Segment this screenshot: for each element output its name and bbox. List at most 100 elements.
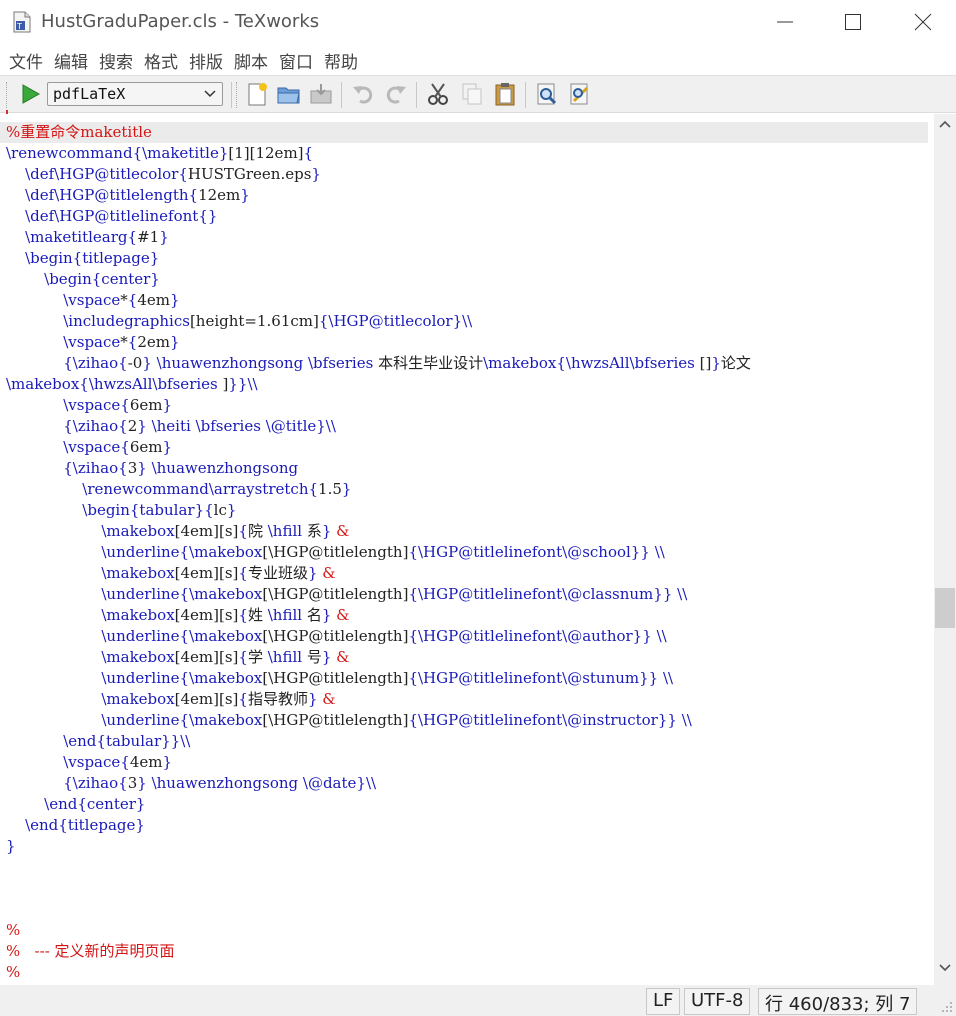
vertical-scrollbar[interactable]: [934, 114, 956, 985]
code-line[interactable]: %: [0, 920, 20, 941]
scroll-down-icon[interactable]: [939, 964, 951, 972]
encoding-indicator[interactable]: UTF-8: [684, 988, 751, 1015]
code-line[interactable]: \def\HGP@titlecolor{HUSTGreen.eps}: [0, 164, 321, 185]
code-line[interactable]: {\zihao{-0} \huawenzhongsong \bfseries 本…: [0, 353, 751, 374]
current-code-line[interactable]: %重置命令maketitle: [0, 122, 928, 143]
undo-button[interactable]: [350, 81, 376, 107]
code-line[interactable]: \end{tabular}}\\: [0, 731, 190, 752]
latex-command-token: \hfill: [267, 648, 303, 666]
cut-button[interactable]: [425, 81, 451, 107]
code-editor[interactable]: %重置命令maketitle \renewcommand{\maketitle}[…: [0, 114, 934, 985]
toolbar-grip[interactable]: [236, 82, 239, 108]
code-line[interactable]: \def\HGP@titlelinefont{}: [0, 206, 217, 227]
scrollbar-thumb[interactable]: [935, 588, 955, 628]
menu-file[interactable]: 文件: [9, 46, 43, 74]
copy-button[interactable]: [459, 81, 485, 107]
code-line[interactable]: \underline{\makebox[\HGP@titlelength]{\H…: [0, 542, 664, 563]
code-line[interactable]: {\zihao{3} \huawenzhongsong \@date}\\: [0, 773, 376, 794]
code-line[interactable]: \renewcommand{\maketitle}[1][12em]{: [0, 143, 313, 164]
save-button[interactable]: [308, 81, 334, 107]
latex-command-token: {}: [198, 207, 218, 225]
scroll-up-icon[interactable]: [939, 120, 951, 128]
code-line[interactable]: \makebox[4em][s]{学 \hfill 号} &: [0, 647, 349, 668]
code-line[interactable]: \vspace{6em}: [0, 395, 172, 416]
code-line[interactable]: \makebox[4em][s]{专业班级} &: [0, 563, 335, 584]
latex-command-token: {\makebox: [179, 669, 263, 687]
code-line[interactable]: \underline{\makebox[\HGP@titlelength]{\H…: [0, 626, 666, 647]
code-line[interactable]: \maketitlearg{#1}: [0, 227, 169, 248]
menu-search[interactable]: 搜索: [99, 46, 133, 74]
latex-command-token: \renewcommand: [6, 144, 133, 162]
menu-format[interactable]: 格式: [144, 46, 178, 74]
code-line[interactable]: \vspace{6em}: [0, 437, 172, 458]
latex-command-token: }: [6, 837, 16, 855]
code-line[interactable]: [0, 857, 6, 878]
latex-command-token: {\zihao: [63, 354, 119, 372]
code-line[interactable]: %: [0, 962, 20, 983]
engine-select[interactable]: pdfLaTeX: [47, 82, 223, 106]
code-line[interactable]: \begin{tabular}{lc}: [0, 500, 236, 521]
menu-scripts[interactable]: 脚本: [234, 46, 268, 74]
code-line[interactable]: \end{titlepage}: [0, 815, 145, 836]
code-line[interactable]: \vspace*{2em}: [0, 332, 179, 353]
latex-command-token: }: [159, 228, 169, 246]
code-line[interactable]: \begin{titlepage}: [0, 248, 159, 269]
code-line[interactable]: \end{center}: [0, 794, 145, 815]
code-line[interactable]: \underline{\makebox[\HGP@titlelength]{\H…: [0, 584, 687, 605]
latex-command-token: }: [137, 459, 147, 477]
latex-command-token: \vspace: [63, 753, 121, 771]
close-button[interactable]: [900, 6, 946, 38]
code-line[interactable]: {\zihao{2} \heiti \bfseries \@title}\\: [0, 416, 336, 437]
text-token: 指导教师: [247, 690, 308, 708]
find-button[interactable]: [534, 81, 560, 107]
typeset-button[interactable]: [17, 81, 43, 107]
latex-command-token: \makebox: [101, 522, 175, 540]
paste-button[interactable]: [492, 81, 518, 107]
latex-command-token: \def\HGP@titlelinefont: [25, 207, 199, 225]
replace-button[interactable]: [567, 81, 593, 107]
toolbar-grip[interactable]: [6, 82, 9, 108]
typeset-play-icon: [22, 84, 41, 104]
latex-command-token: {\zihao: [63, 417, 119, 435]
menu-typeset[interactable]: 排版: [189, 46, 223, 74]
redo-button[interactable]: [383, 81, 409, 107]
minimize-button[interactable]: [762, 6, 808, 38]
open-button[interactable]: [276, 81, 302, 107]
code-line[interactable]: }: [0, 836, 16, 857]
code-line[interactable]: {\zihao{3} \huawenzhongsong: [0, 458, 298, 479]
maximize-button[interactable]: [830, 6, 876, 38]
code-line[interactable]: \underline{\makebox[\HGP@titlelength]{\H…: [0, 710, 692, 731]
latex-command-token: {\HGP@titlelinefont\@instructor}}: [408, 711, 677, 729]
latex-command-token: {\zihao: [63, 459, 119, 477]
code-line[interactable]: \underline{\makebox[\HGP@titlelength]{\H…: [0, 668, 673, 689]
code-line[interactable]: \renewcommand\arraystretch{1.5}: [0, 479, 351, 500]
cursor-position-indicator: 行 460/833; 列 7: [758, 988, 918, 1015]
latex-command-token: {\hwzsAll\bfseries: [79, 375, 218, 393]
code-line[interactable]: \includegraphics[height=1.61cm]{\HGP@tit…: [0, 311, 472, 332]
code-line[interactable]: [0, 899, 6, 920]
code-line[interactable]: \makebox[4em][s]{姓 \hfill 名} &: [0, 605, 349, 626]
code-line[interactable]: \makebox[4em][s]{院 \hfill 系} &: [0, 521, 349, 542]
code-line[interactable]: [0, 878, 6, 899]
new-file-button[interactable]: [244, 81, 270, 107]
code-line[interactable]: \begin{center}: [0, 269, 160, 290]
resize-grip-icon[interactable]: [940, 1000, 954, 1014]
code-line[interactable]: \makebox[4em][s]{指导教师} &: [0, 689, 335, 710]
latex-command-token: }: [226, 501, 237, 519]
code-line[interactable]: \vspace*{4em}: [0, 290, 179, 311]
text-token: []: [694, 354, 712, 372]
menu-edit[interactable]: 编辑: [54, 46, 88, 74]
code-line[interactable]: \def\HGP@titlelength{12em}: [0, 185, 250, 206]
line-ending-indicator[interactable]: LF: [646, 988, 681, 1015]
latex-command-token: }: [321, 606, 332, 624]
code-line[interactable]: \makebox{\hwzsAll\bfseries ]}}\\: [0, 374, 258, 395]
menu-help[interactable]: 帮助: [324, 46, 358, 74]
menu-window[interactable]: 窗口: [279, 46, 313, 74]
code-line[interactable]: % --- 定义新的声明页面: [0, 941, 175, 962]
latex-command-token: \\: [681, 711, 692, 729]
code-line[interactable]: \vspace{4em}: [0, 752, 172, 773]
